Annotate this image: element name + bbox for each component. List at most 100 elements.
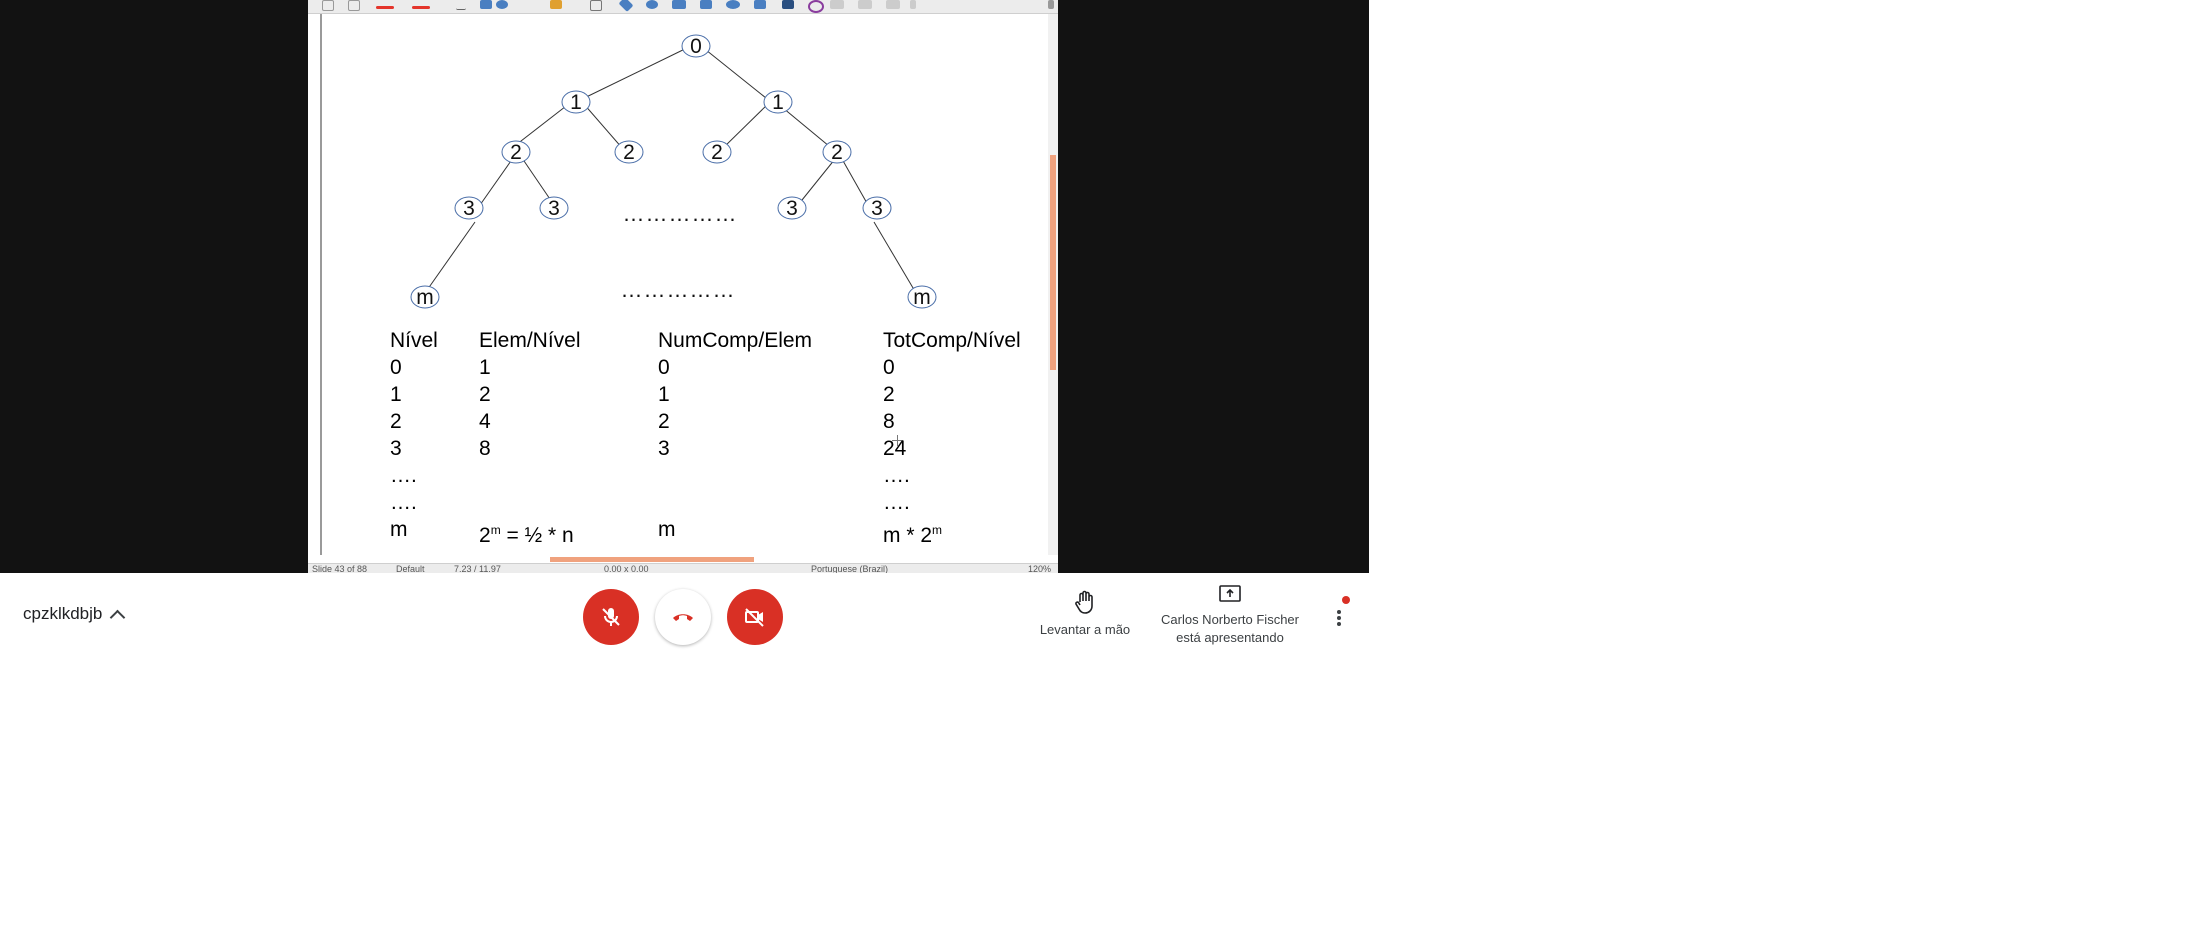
status-size: 0.00 x 0.00 (604, 564, 649, 573)
arrange-icon[interactable] (858, 0, 872, 9)
toolbar-overflow-icon[interactable] (1048, 0, 1054, 9)
status-layout: Default (396, 564, 425, 573)
table-cell: 8 (479, 437, 491, 460)
edge (841, 158, 869, 206)
table-cell: …. (883, 464, 910, 487)
camera-toggle-button[interactable] (727, 589, 783, 645)
table-cell: m (658, 518, 676, 541)
table-cell: 3 (390, 437, 402, 460)
tree-node-label: 3 (463, 197, 475, 220)
meeting-code: cpzklkdbjb (23, 604, 103, 623)
table-cell: 2 (390, 410, 402, 433)
table-header-level: Nível (390, 329, 438, 352)
status-bar: Slide 43 of 88 Default 7.23 / 11.97 0.00… (308, 563, 1058, 573)
table-header-elem: Elem/Nível (479, 329, 581, 352)
tree-node-label: m (913, 286, 931, 309)
table-header-numcomp: NumComp/Elem (658, 329, 813, 352)
table-cell: …. (390, 464, 417, 487)
edge (720, 102, 770, 151)
edge (424, 221, 476, 294)
table-cell: 2 (658, 410, 670, 433)
line-color-icon[interactable] (376, 6, 394, 9)
vertical-scrollbar-thumb[interactable] (1050, 155, 1056, 370)
tree-node-label: 3 (786, 197, 798, 220)
table-cell: 24 (883, 437, 907, 460)
edge (575, 45, 692, 103)
more-dot (1337, 622, 1341, 626)
connector-icon[interactable] (808, 0, 824, 13)
chevron-up-icon[interactable] (110, 609, 126, 625)
meeting-details[interactable]: cpzklkdbjb (23, 604, 126, 625)
fill-color-icon[interactable] (412, 6, 430, 9)
notification-dot (1342, 596, 1350, 604)
tree-node-label: 0 (690, 35, 702, 58)
3d-objects-icon[interactable] (782, 0, 794, 9)
status-zoom[interactable]: 120% (1028, 564, 1051, 573)
align-icon[interactable] (830, 0, 844, 9)
edge (700, 45, 772, 103)
slide-canvas: 0 1 1 2 2 2 2 3 3 3 3 m m …………… …………… Nível Elem/Nív… (320, 14, 1040, 555)
tree-node-label: 2 (510, 141, 522, 164)
zoom-icon[interactable] (348, 0, 360, 11)
microphone-toggle-button[interactable] (583, 589, 639, 645)
table-cell: 2 (883, 383, 895, 406)
edge (797, 158, 836, 206)
video-stage: 0 1 1 2 2 2 2 3 3 3 3 m m …………… …………… Nível Elem/Nív… (0, 0, 1369, 573)
basic-shapes-icon[interactable] (618, 0, 634, 12)
tree-node-label: 2 (623, 141, 635, 164)
stars-icon[interactable] (754, 0, 766, 9)
camera-off-icon (745, 608, 764, 627)
flowchart-icon[interactable] (700, 0, 712, 9)
distribute-icon[interactable] (886, 0, 900, 9)
toolbar-more-icon[interactable] (910, 0, 916, 9)
present-screen-icon (1219, 585, 1241, 602)
table-cell: 8 (883, 410, 895, 433)
table-cell: 0 (390, 356, 402, 379)
more-dot (1337, 616, 1341, 620)
mic-off-icon (602, 608, 620, 626)
status-language[interactable]: Portuguese (Brazil) (811, 564, 888, 573)
tree-node-label: 3 (871, 197, 883, 220)
table-cell: …. (883, 491, 910, 514)
table-header-totcomp: TotComp/Nível (883, 329, 1021, 352)
ellipse-icon[interactable] (496, 0, 508, 9)
horizontal-scrollbar-thumb[interactable] (550, 557, 754, 562)
edge (873, 221, 917, 294)
tree-ellipsis-2: …………… (621, 277, 736, 302)
raise-hand-button[interactable]: Levantar a mão (1030, 590, 1140, 639)
status-position: 7.23 / 11.97 (454, 564, 501, 573)
symbol-shapes-icon[interactable] (646, 0, 658, 9)
table-cell: …. (390, 491, 417, 514)
impress-toolbar (308, 0, 1058, 14)
table-cell: 2 (479, 383, 491, 406)
table-cell: 0 (658, 356, 670, 379)
raise-hand-label: Levantar a mão (1039, 622, 1131, 637)
leave-call-button[interactable] (655, 589, 711, 645)
tree-nodes: 0 1 1 2 2 2 2 3 3 3 3 m m (410, 34, 937, 309)
points-icon[interactable] (590, 0, 602, 11)
table-cell: 3 (658, 437, 670, 460)
table-cell: m (390, 518, 408, 541)
more-dot (1337, 610, 1341, 614)
table-cell: 1 (658, 383, 670, 406)
more-options-button[interactable] (1328, 600, 1350, 634)
rectangle-icon[interactable] (480, 0, 492, 9)
tree-node-label: 2 (711, 141, 723, 164)
select-icon[interactable] (322, 0, 334, 11)
tree-diagram: 0 1 1 2 2 2 2 3 3 3 3 m m …………… …………… (410, 34, 937, 309)
callouts-icon[interactable] (726, 0, 740, 9)
table-cell-formula: m * 2m (883, 523, 943, 547)
presentation-status[interactable]: Carlos Norberto Fischer está apresentand… (1150, 584, 1310, 647)
table-cell-formula: 2m = ½ * n (479, 523, 574, 547)
tree-node-label: m (416, 286, 434, 309)
presenter-name: Carlos Norberto Fischer (1161, 612, 1299, 627)
tree-node-label: 2 (831, 141, 843, 164)
table-cell: 4 (479, 410, 491, 433)
edge (479, 157, 514, 206)
edge (582, 102, 624, 150)
arrows-icon[interactable] (672, 0, 686, 9)
curve-icon[interactable] (550, 0, 562, 9)
shared-screen-window: 0 1 1 2 2 2 2 3 3 3 3 m m …………… …………… Nível Elem/Nív… (308, 0, 1058, 573)
tree-node-label: 3 (548, 197, 560, 220)
line-icon[interactable] (456, 0, 466, 10)
